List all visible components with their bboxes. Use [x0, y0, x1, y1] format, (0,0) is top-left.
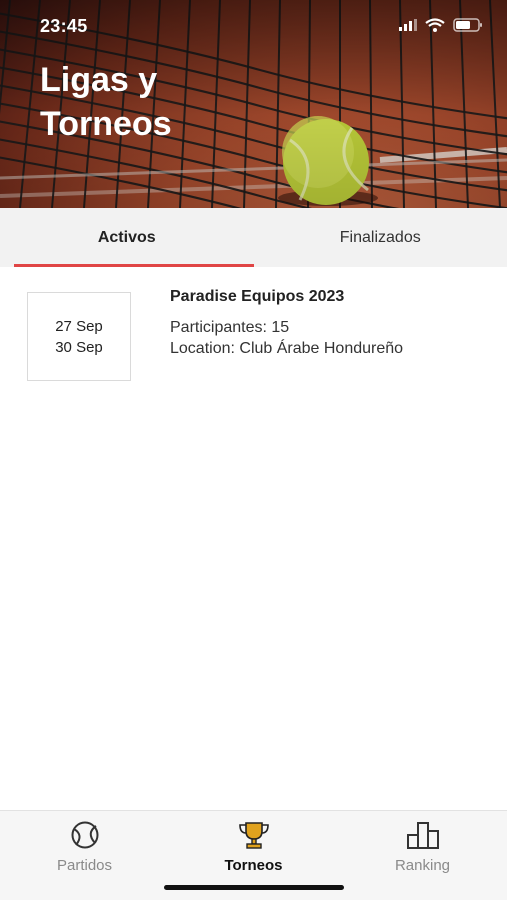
participants-text: Participantes: 15: [170, 319, 290, 336]
battery-icon: [453, 18, 482, 32]
end-date: 30 Sep: [55, 338, 103, 356]
tabbar-label-partidos: Partidos: [56, 857, 113, 874]
status-time: 23:45: [40, 16, 88, 36]
status-icons: [399, 18, 483, 32]
start-date: 27 Sep: [55, 317, 103, 335]
tournament-title: Paradise Equipos 2023: [170, 288, 345, 305]
tabbar-item-partidos[interactable]: Partidos: [0, 811, 169, 900]
page-title: Ligas y Torneos: [40, 58, 280, 146]
tennis-ball-icon: [71, 821, 98, 849]
trophy-icon: [238, 822, 269, 849]
tournament-row[interactable]: 27 Sep 30 Sep Paradise Equipos 2023 Part…: [0, 267, 507, 397]
tab-activos[interactable]: Activos: [0, 208, 254, 267]
podium-icon: [406, 822, 439, 849]
home-indicator: [164, 885, 344, 890]
status-bar: 23:45: [0, 0, 507, 54]
tabbar-item-ranking[interactable]: Ranking: [338, 811, 507, 900]
page-title-line2: Torneos: [40, 105, 172, 143]
page-title-line1: Ligas y: [40, 61, 158, 99]
location-text: Location: Club Árabe Hondureño: [170, 340, 404, 357]
tabbar-label-ranking: Ranking: [394, 857, 451, 874]
wifi-icon: [425, 18, 445, 32]
tab-finalizados[interactable]: Finalizados: [254, 208, 507, 267]
screen: 23:45 Ligas y Torneos Activos Finalizado…: [0, 0, 507, 900]
signal-icon: [399, 19, 417, 31]
segment-tabs: Activos Finalizados: [0, 208, 507, 267]
tabbar-label-torneos: Torneos: [224, 857, 283, 874]
date-box: 27 Sep 30 Sep: [27, 292, 131, 381]
